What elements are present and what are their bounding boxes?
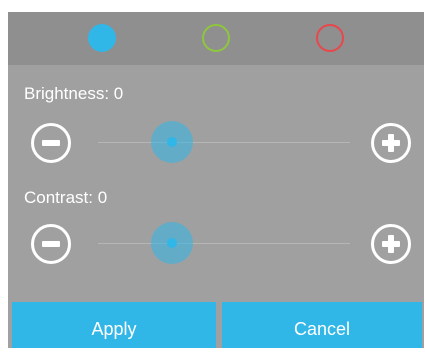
cancel-button[interactable]: Cancel [222, 302, 422, 348]
color-option-red[interactable] [316, 24, 344, 52]
brightness-slider-thumb[interactable] [150, 121, 193, 163]
brightness-slider-track[interactable] [98, 142, 350, 143]
contrast-decrease-button[interactable] [31, 224, 71, 264]
brightness-decrease-button[interactable] [31, 123, 71, 163]
brightness-increase-button[interactable] [371, 123, 411, 163]
minus-icon [42, 140, 60, 146]
adjustments-dialog: Brightness: 0 Contrast: 0 Apply Cancel [0, 0, 425, 348]
contrast-label: Contrast: 0 [24, 188, 108, 207]
color-option-green[interactable] [202, 24, 230, 52]
brightness-label: Brightness: 0 [24, 84, 124, 103]
minus-icon [42, 241, 60, 247]
color-option-blue[interactable] [88, 24, 116, 52]
apply-button[interactable]: Apply [12, 302, 216, 348]
slider-thumb-core [166, 238, 177, 248]
contrast-increase-button[interactable] [371, 224, 411, 264]
contrast-slider-track[interactable] [98, 243, 350, 244]
contrast-slider-thumb[interactable] [150, 222, 193, 264]
slider-thumb-core [166, 137, 177, 147]
